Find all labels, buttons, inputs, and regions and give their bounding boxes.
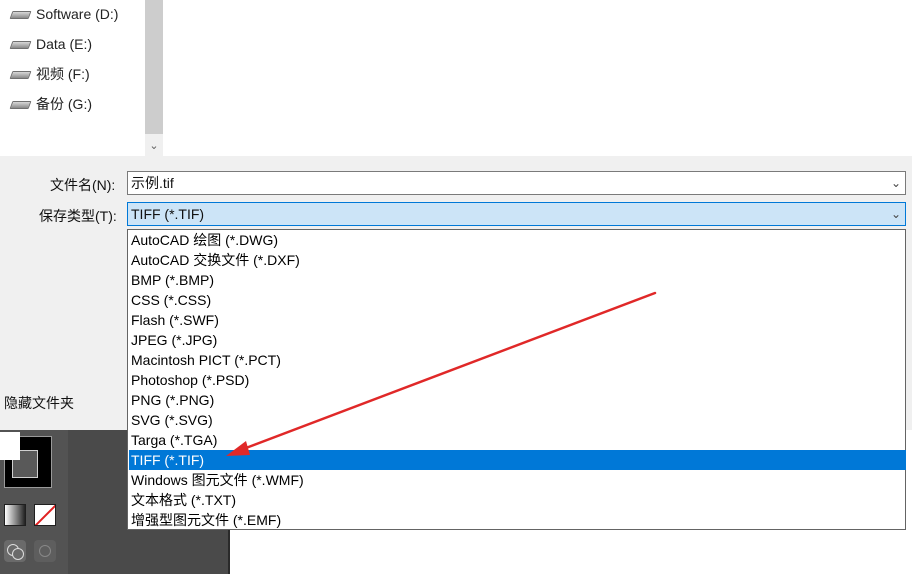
file-type-option[interactable]: JPEG (*.JPG) xyxy=(129,330,906,350)
draw-mode-button[interactable] xyxy=(4,540,26,562)
filename-value: 示例.tif xyxy=(131,175,174,191)
file-type-option[interactable]: SVG (*.SVG) xyxy=(129,410,906,430)
file-type-option[interactable]: AutoCAD 交换文件 (*.DXF) xyxy=(129,250,906,270)
file-type-option[interactable]: AutoCAD 绘图 (*.DWG) xyxy=(129,230,906,250)
circle-icon xyxy=(39,545,51,557)
file-type-option[interactable]: Windows 图元文件 (*.WMF) xyxy=(129,470,906,490)
file-type-option[interactable]: CSS (*.CSS) xyxy=(129,290,906,310)
file-type-label: 保存类型(T): xyxy=(39,208,117,224)
scroll-down-icon[interactable]: ⌄ xyxy=(145,138,163,154)
draw-inside-button[interactable] xyxy=(34,540,56,562)
file-type-value: TIFF (*.TIF) xyxy=(131,206,205,222)
chevron-down-icon[interactable]: ⌄ xyxy=(891,203,901,225)
fill-swatch[interactable] xyxy=(0,432,20,460)
circle-icon xyxy=(12,548,24,560)
filename-field[interactable]: 示例.tif ⌄ xyxy=(127,171,906,195)
file-type-option[interactable]: Photoshop (*.PSD) xyxy=(129,370,906,390)
file-type-option[interactable]: 文本格式 (*.TXT) xyxy=(129,490,906,510)
drive-icon xyxy=(10,9,30,19)
drive-item-g[interactable]: 备份 (G:) xyxy=(10,92,92,116)
file-type-option[interactable]: PNG (*.PNG) xyxy=(129,390,906,410)
filename-label: 文件名(N): xyxy=(50,177,116,193)
chevron-down-icon[interactable]: ⌄ xyxy=(891,172,901,194)
scroll-thumb[interactable] xyxy=(145,0,163,134)
file-type-option[interactable]: Flash (*.SWF) xyxy=(129,310,906,330)
navigation-pane: Software (D:) Data (E:) 视频 (F:) 备份 (G:) … xyxy=(0,0,163,156)
drive-icon xyxy=(10,39,30,49)
drive-item-e[interactable]: Data (E:) xyxy=(10,32,92,56)
drive-item-d[interactable]: Software (D:) xyxy=(10,2,118,26)
canvas-area xyxy=(230,530,912,574)
none-button[interactable] xyxy=(34,504,56,526)
drive-label: 视频 (F:) xyxy=(36,66,90,82)
gradient-button[interactable] xyxy=(4,504,26,526)
nav-scrollbar[interactable]: ⌄ xyxy=(145,0,163,156)
drive-label: 备份 (G:) xyxy=(36,96,92,112)
file-type-option[interactable]: 增强型图元文件 (*.EMF) xyxy=(129,510,906,530)
drive-item-f[interactable]: 视频 (F:) xyxy=(10,62,90,86)
drive-label: Software (D:) xyxy=(36,6,119,22)
drive-icon xyxy=(10,99,30,109)
drive-label: Data (E:) xyxy=(36,36,93,52)
file-type-option[interactable]: Targa (*.TGA) xyxy=(129,430,906,450)
drive-icon xyxy=(10,69,30,79)
file-type-dropdown[interactable]: AutoCAD 绘图 (*.DWG) AutoCAD 交换文件 (*.DXF) … xyxy=(127,229,906,530)
file-type-option[interactable]: Macintosh PICT (*.PCT) xyxy=(129,350,906,370)
file-type-option[interactable]: BMP (*.BMP) xyxy=(129,270,906,290)
hide-folders-button[interactable]: 隐藏文件夹 xyxy=(4,393,74,413)
file-type-option-selected[interactable]: TIFF (*.TIF) xyxy=(129,450,906,470)
file-type-select[interactable]: TIFF (*.TIF) ⌄ xyxy=(127,202,906,226)
